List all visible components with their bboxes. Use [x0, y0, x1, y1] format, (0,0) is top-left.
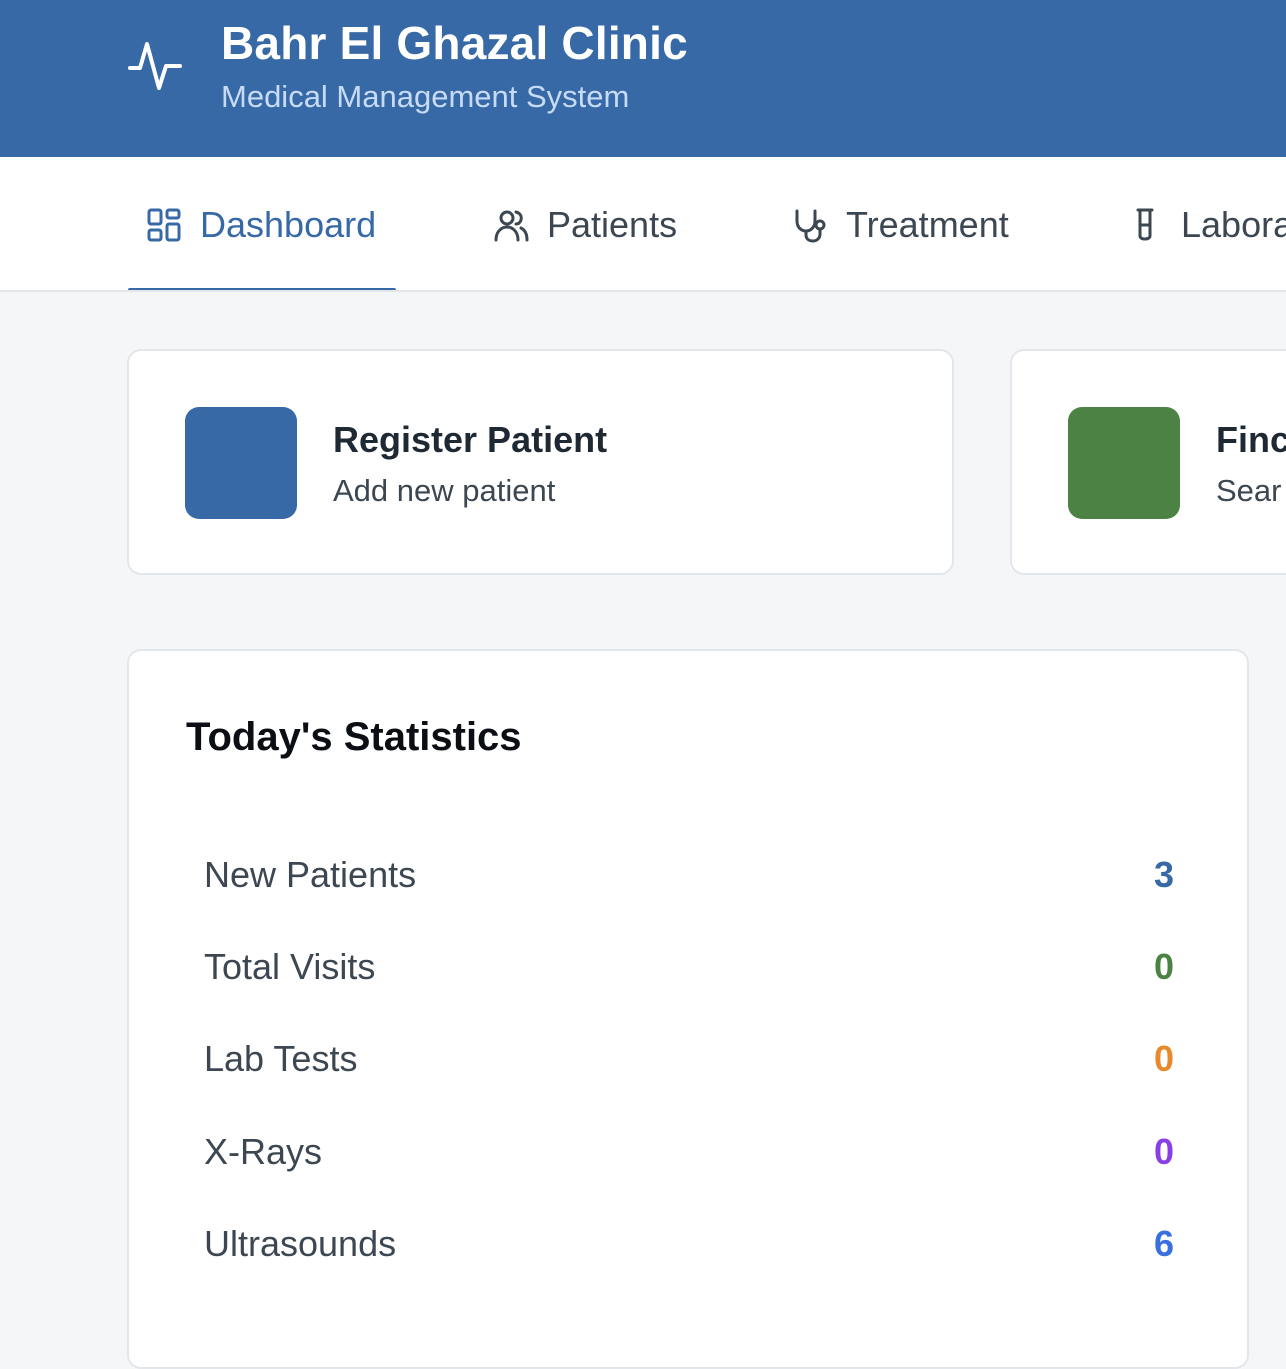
tab-patients[interactable]: Patients — [493, 157, 678, 290]
tab-dashboard[interactable]: Dashboard — [127, 157, 397, 290]
stat-row-x-rays: X-Rays 0 — [204, 1122, 1174, 1182]
app-header: Bahr El Ghazal Clinic Medical Management… — [0, 0, 1286, 157]
stethoscope-icon — [795, 209, 826, 243]
stat-label: Ultrasounds — [204, 1223, 397, 1264]
stat-row-total-visits: Total Visits 0 — [204, 937, 1174, 997]
stat-value: 0 — [1153, 946, 1174, 987]
card-subtitle: Add new patient — [333, 473, 556, 508]
find-patient-card[interactable]: Finc Sear — [1010, 349, 1286, 575]
stat-value: 0 — [1153, 1131, 1174, 1172]
stat-label: Total Visits — [204, 946, 376, 987]
stat-label: Lab Tests — [204, 1038, 358, 1079]
stat-row-lab-tests: Lab Tests 0 — [204, 1029, 1174, 1089]
stat-label: X-Rays — [204, 1131, 323, 1172]
card-title: Register Patient — [333, 419, 608, 460]
tab-label: Patients — [547, 203, 678, 245]
panel-title: Today's Statistics — [186, 715, 522, 759]
tab-label: Labora — [1181, 203, 1286, 245]
app-title: Bahr El Ghazal Clinic — [221, 17, 688, 69]
dashboard-grid-icon — [147, 208, 181, 241]
tab-label: Dashboard — [200, 203, 377, 245]
stat-value: 6 — [1153, 1223, 1174, 1264]
tab-treatment[interactable]: Treatment — [792, 157, 1009, 290]
card-subtitle: Sear — [1216, 473, 1282, 508]
test-tube-icon — [1136, 208, 1154, 240]
stat-value: 0 — [1153, 1038, 1174, 1079]
stat-label: New Patients — [204, 854, 417, 895]
users-icon — [494, 210, 529, 241]
activity-pulse-icon — [128, 42, 182, 90]
main-nav: Dashboard Patients Treatment Labora — [0, 157, 1286, 292]
stat-row-new-patients: New Patients 3 — [204, 845, 1174, 905]
register-patient-icon — [185, 407, 297, 519]
stat-value: 3 — [1153, 854, 1174, 895]
app-subtitle: Medical Management System — [221, 79, 630, 114]
find-patient-icon — [1068, 407, 1180, 519]
tab-label: Treatment — [846, 203, 1009, 245]
todays-statistics-panel: Today's Statistics New Patients 3 Total … — [127, 649, 1249, 1369]
card-title: Finc — [1216, 419, 1286, 460]
tab-laboratory[interactable]: Labora — [1127, 157, 1286, 290]
register-patient-card[interactable]: Register Patient Add new patient — [127, 349, 954, 575]
stat-row-ultrasounds: Ultrasounds 6 — [204, 1214, 1174, 1274]
